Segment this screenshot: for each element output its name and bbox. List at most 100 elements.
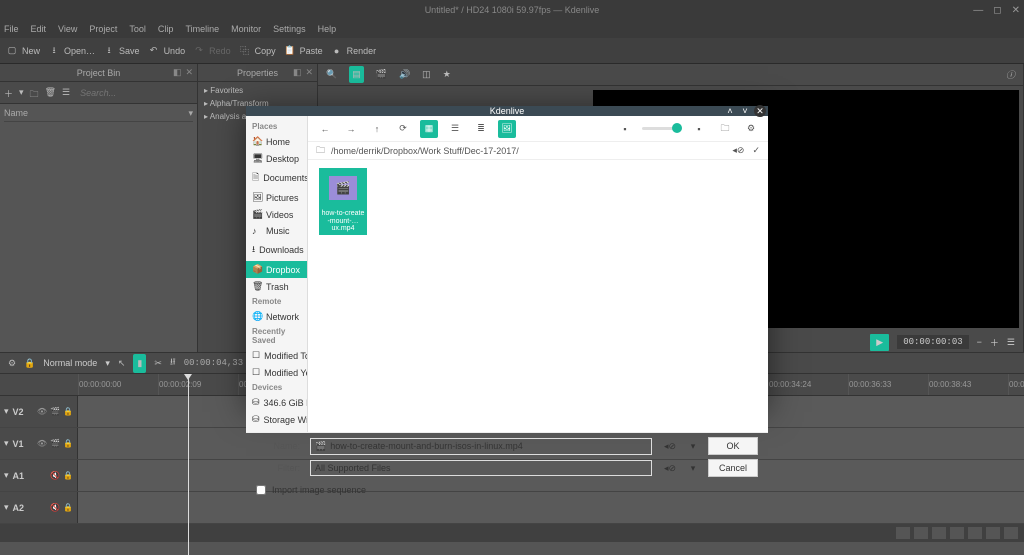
audio-icon[interactable]: 🔊	[399, 69, 410, 80]
menu-icon[interactable]: ☰	[1007, 337, 1015, 348]
menu-project[interactable]: Project	[89, 24, 117, 34]
new-button[interactable]: ▢New	[6, 45, 40, 57]
expand-icon[interactable]: ▾	[4, 470, 9, 481]
cancel-button[interactable]: Cancel	[708, 459, 758, 477]
place-dropbox[interactable]: 📦Dropbox	[246, 261, 307, 278]
menu-monitor[interactable]: Monitor	[231, 24, 261, 34]
up-icon[interactable]: ↑	[368, 120, 386, 138]
info-icon[interactable]: ⓘ	[1006, 68, 1015, 81]
menu-help[interactable]: Help	[318, 24, 337, 34]
back-icon[interactable]: ←	[316, 120, 334, 138]
mute-icon[interactable]: 👁	[37, 439, 47, 448]
prop-group[interactable]: ▸ Favorites	[204, 84, 311, 97]
chevron-down-icon[interactable]: ▾	[688, 441, 698, 452]
preview-icon[interactable]: 🖼	[498, 120, 516, 138]
shade-icon[interactable]: ˄	[724, 105, 736, 117]
mute-icon[interactable]: 🔇	[50, 471, 60, 480]
zoom-out-icon[interactable]: ▪	[616, 120, 634, 138]
import-sequence-checkbox[interactable]	[256, 485, 266, 495]
play-button[interactable]: ▶	[870, 334, 889, 351]
lock-icon[interactable]: 🔒	[63, 471, 73, 480]
lock-icon[interactable]: 🔒	[63, 407, 73, 416]
place-documents[interactable]: 🗎Documents	[246, 167, 307, 189]
detach-icon[interactable]: ◧	[293, 67, 302, 78]
undo-button[interactable]: ↶Undo	[148, 45, 186, 57]
close-icon[interactable]: ✕	[754, 105, 766, 117]
redo-button[interactable]: ↷Redo	[193, 45, 231, 57]
clip-monitor-icon[interactable]: ▤	[349, 66, 364, 83]
minimize-icon[interactable]: —	[973, 5, 983, 16]
snap-icon[interactable]: ⭿	[170, 355, 176, 371]
new-folder-icon[interactable]: 🗀	[716, 120, 734, 138]
place-trash[interactable]: 🗑Trash	[246, 278, 307, 295]
place-recent-yesterday[interactable]: ☐Modified Ye…	[246, 364, 307, 381]
icons-view-icon[interactable]: ▦	[420, 120, 438, 138]
zoom-slider[interactable]	[642, 127, 682, 130]
chevron-down-icon[interactable]: ▾	[688, 463, 698, 474]
maximize-icon[interactable]: ˅	[739, 105, 751, 117]
star-icon[interactable]: ★	[443, 69, 451, 80]
path-bar[interactable]: 🗀 /home/derrik/Dropbox/Work Stuff/Dec-17…	[308, 142, 768, 160]
cut-tool-icon[interactable]: ✂	[154, 358, 162, 369]
close-panel-icon[interactable]: ✕	[185, 67, 193, 78]
clear-path-icon[interactable]: ◂⊘	[732, 145, 744, 156]
search-icon[interactable]: 🔍	[326, 69, 337, 80]
search-input[interactable]	[76, 88, 201, 98]
expand-icon[interactable]: ▾	[4, 502, 9, 513]
video-icon[interactable]: 🎬	[50, 407, 60, 416]
monitor-timecode[interactable]: 00:00:00:03	[897, 335, 968, 349]
chevron-down-icon[interactable]: ▾	[19, 87, 24, 99]
status-box[interactable]	[932, 527, 946, 539]
place-network[interactable]: 🌐Network	[246, 308, 307, 325]
name-input[interactable]: 🎬how-to-create-mount-and-burn-isos-in-li…	[310, 438, 652, 455]
video-icon[interactable]: 🎬	[376, 69, 387, 80]
place-device[interactable]: ⛁346.6 GiB H…	[246, 394, 307, 411]
ok-button[interactable]: OK	[708, 437, 758, 455]
render-button[interactable]: ●Render	[331, 45, 377, 57]
folder-icon[interactable]: 🗀	[30, 87, 39, 99]
accept-path-icon[interactable]: ✓	[752, 145, 760, 156]
menu-clip[interactable]: Clip	[158, 24, 174, 34]
gear-icon[interactable]: ⚙	[8, 358, 16, 369]
mute-icon[interactable]: 🔇	[50, 503, 60, 512]
mute-icon[interactable]: 👁	[37, 407, 47, 416]
chevron-down-icon[interactable]: ▾	[188, 108, 193, 119]
lock-icon[interactable]: 🔒	[24, 358, 35, 369]
maximize-icon[interactable]: ◻	[993, 5, 1001, 16]
expand-icon[interactable]: ▾	[4, 438, 9, 449]
filter-select[interactable]: All Supported Files	[310, 460, 652, 476]
menu-settings[interactable]: Settings	[273, 24, 306, 34]
status-box[interactable]	[968, 527, 982, 539]
video-icon[interactable]: 🎬	[50, 439, 60, 448]
status-box[interactable]	[914, 527, 928, 539]
paste-button[interactable]: 📋Paste	[284, 45, 323, 57]
close-icon[interactable]: ✕	[1012, 5, 1020, 16]
menu-view[interactable]: View	[58, 24, 77, 34]
lock-icon[interactable]: 🔒	[63, 439, 73, 448]
menu-edit[interactable]: Edit	[31, 24, 47, 34]
menu-tool[interactable]: Tool	[129, 24, 146, 34]
file-item[interactable]: 🎬 how-to-create-mount-…ux.mp4	[316, 168, 370, 235]
track-header[interactable]: ▾ A2 🔇🔒	[0, 492, 78, 523]
settings-icon[interactable]: ⚙	[742, 120, 760, 138]
playhead[interactable]	[188, 374, 189, 555]
clear-name-icon[interactable]: ◂⊘	[662, 441, 678, 452]
status-box[interactable]	[986, 527, 1000, 539]
place-recent-today[interactable]: ☐Modified To…	[246, 347, 307, 364]
place-videos[interactable]: 🎬Videos	[246, 206, 307, 223]
place-music[interactable]: ♪Music	[246, 223, 307, 239]
clear-filter-icon[interactable]: ◂⊘	[662, 463, 678, 474]
transition-icon[interactable]: ◫	[422, 69, 431, 80]
delete-icon[interactable]: 🗑	[45, 87, 56, 99]
list-icon[interactable]: ☰	[62, 87, 70, 99]
track-header[interactable]: ▾ V1 👁🎬🔒	[0, 428, 78, 459]
bin-content[interactable]: Name▾	[0, 104, 197, 352]
track-header[interactable]: ▾ V2 👁🎬🔒	[0, 396, 78, 427]
lock-icon[interactable]: 🔒	[63, 503, 73, 512]
compact-view-icon[interactable]: ☰	[446, 120, 464, 138]
add-icon[interactable]: ＋	[4, 87, 13, 99]
details-view-icon[interactable]: ≣	[472, 120, 490, 138]
open-button[interactable]: ⭳Open…	[48, 45, 95, 57]
minus-icon[interactable]: −	[977, 337, 982, 347]
save-button[interactable]: ⭳Save	[103, 45, 140, 57]
